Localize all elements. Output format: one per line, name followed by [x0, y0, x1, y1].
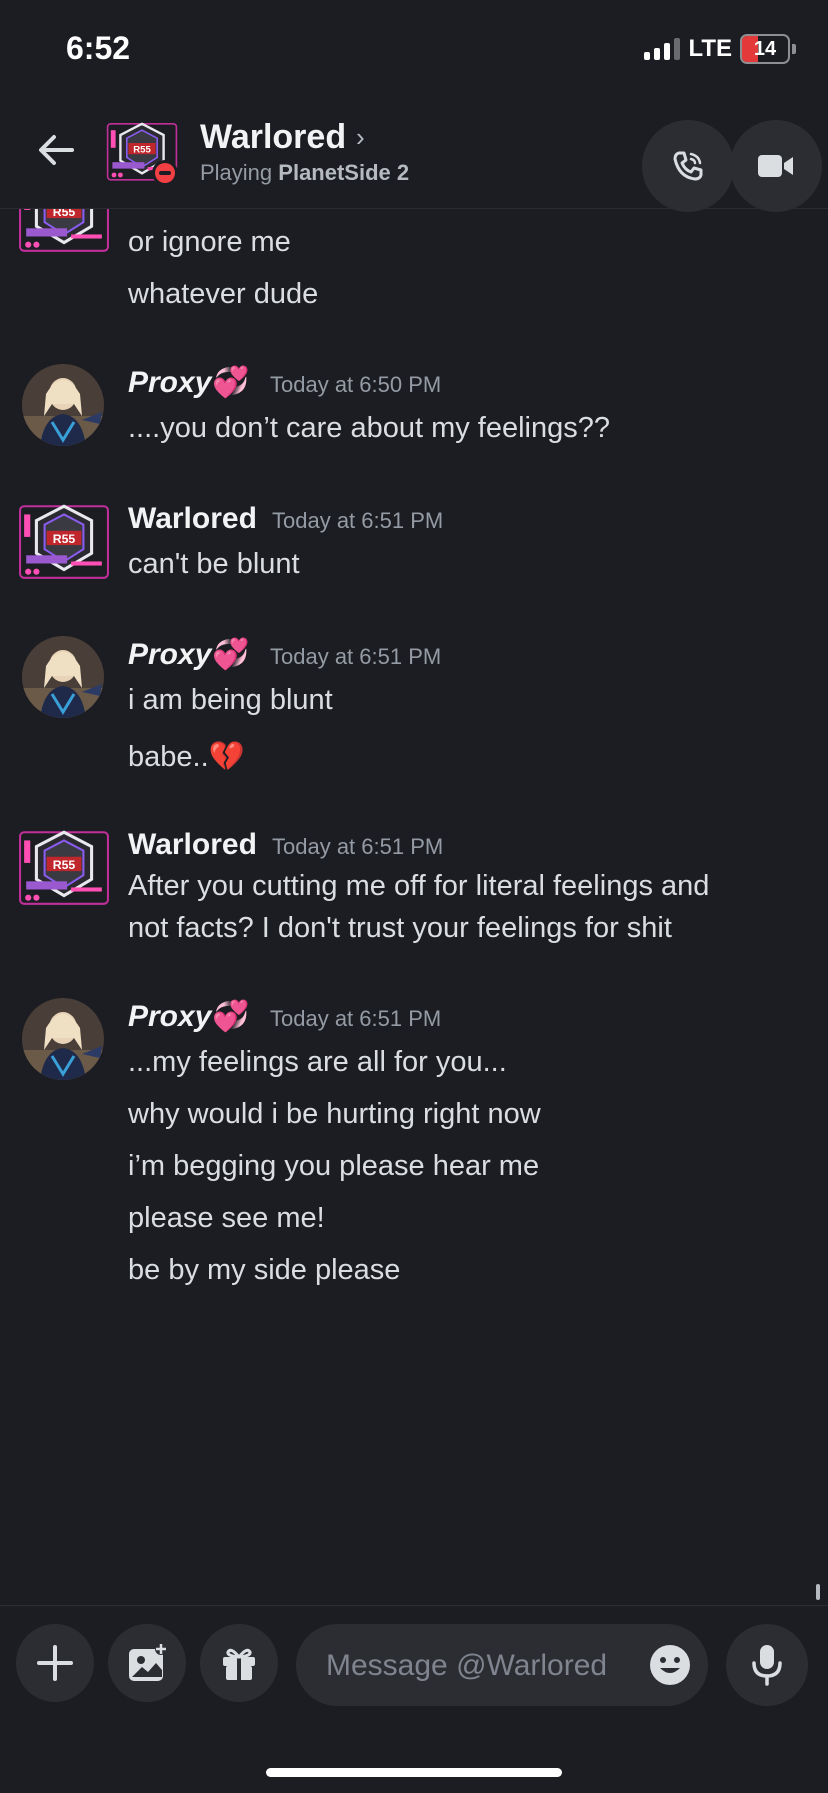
message-author[interactable]: Warlored [128, 828, 257, 862]
message-line: babe..💔 [128, 741, 245, 773]
video-call-button[interactable] [730, 120, 822, 212]
status-time: 6:52 [66, 30, 131, 66]
message-input[interactable] [324, 1624, 628, 1708]
message-author[interactable]: Proxy [128, 638, 211, 672]
header-username[interactable]: Warlored [200, 118, 346, 157]
voice-call-button[interactable] [642, 120, 734, 212]
avatar[interactable] [22, 636, 104, 718]
avatar[interactable] [22, 364, 104, 446]
message-input-container[interactable] [296, 1624, 708, 1708]
message-timestamp: Today at 6:51 PM [272, 834, 444, 859]
message-line: After you cutting me off for literal fee… [128, 870, 710, 902]
avatar[interactable] [18, 826, 110, 908]
hearts-emoji: 💞 [212, 366, 250, 399]
home-indicator[interactable] [266, 1768, 562, 1777]
message-line: i’m begging you please hear me [128, 1150, 540, 1182]
avatar[interactable] [22, 998, 104, 1080]
image-upload-button[interactable] [108, 1624, 186, 1702]
message-line: or ignore me [128, 226, 291, 258]
activity-game: PlanetSide 2 [278, 160, 410, 185]
network-label: LTE [688, 35, 732, 62]
call-icon [673, 151, 703, 181]
message-author[interactable]: Warlored [128, 502, 257, 536]
message-line: i am being blunt [128, 684, 333, 716]
message-line: not facts? I don't trust your feelings f… [128, 912, 672, 944]
gift-button[interactable] [200, 1624, 278, 1702]
dm-header: Warlored › Playing PlanetSide 2 [0, 100, 828, 212]
message-timestamp: Today at 6:51 PM [270, 1006, 442, 1031]
signal-icon [644, 38, 681, 60]
avatar[interactable] [18, 500, 110, 582]
message-line: whatever dude [128, 278, 319, 310]
status-right: LTE 14 [644, 34, 796, 64]
message-author[interactable]: Proxy [128, 366, 211, 400]
gift-icon [223, 1648, 255, 1680]
microphone-icon [752, 1645, 782, 1686]
dnd-status-icon [152, 160, 178, 186]
hearts-emoji: 💞 [212, 638, 250, 671]
message-line: ....you don’t care about my feelings?? [128, 412, 611, 444]
hearts-emoji: 💞 [212, 1000, 250, 1033]
battery-level: 14 [753, 37, 777, 60]
message-line: ...my feelings are all for you... [128, 1046, 507, 1078]
message-timestamp: Today at 6:51 PM [272, 508, 444, 533]
message-timestamp: Today at 6:50 PM [270, 372, 442, 397]
message-list[interactable]: or ignore me whatever dude Proxy 💞 Today… [0, 209, 828, 1604]
avatar[interactable] [18, 209, 110, 255]
video-icon [758, 155, 793, 177]
battery-icon: 14 [740, 34, 790, 64]
activity-prefix: Playing [200, 160, 273, 185]
add-attachment-button[interactable] [16, 1624, 94, 1702]
message-composer [0, 1605, 828, 1793]
message-line: can't be blunt [128, 548, 300, 580]
image-icon [129, 1643, 167, 1681]
plus-icon [37, 1645, 73, 1681]
voice-message-button[interactable] [726, 1624, 808, 1706]
chevron-right-icon[interactable]: › [356, 122, 365, 153]
message-line: please see me! [128, 1202, 325, 1234]
status-bar: 6:52 LTE 14 [0, 0, 828, 100]
message-author[interactable]: Proxy [128, 1000, 211, 1034]
back-arrow-icon[interactable] [34, 128, 78, 172]
message-timestamp: Today at 6:51 PM [270, 644, 442, 669]
scrollbar[interactable] [816, 1584, 820, 1600]
emoji-icon[interactable] [648, 1643, 692, 1687]
activity-status: Playing PlanetSide 2 [200, 160, 409, 186]
message-line: why would i be hurting right now [128, 1098, 541, 1130]
message-line: be by my side please [128, 1254, 401, 1286]
